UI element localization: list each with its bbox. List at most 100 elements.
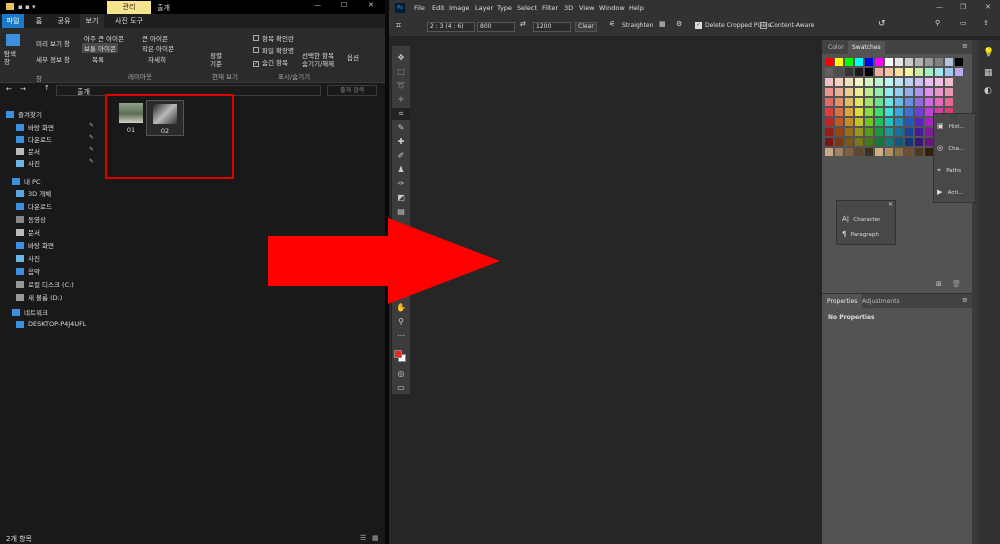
foreground-color-swatch[interactable] (394, 350, 402, 358)
color-swatch[interactable] (875, 148, 883, 156)
restore-icon[interactable]: ❐ (960, 3, 966, 11)
menu-help[interactable]: Help (629, 0, 644, 16)
search-icon[interactable]: ⚲ (935, 19, 940, 27)
workspace-icon[interactable]: ▭ (960, 19, 967, 27)
color-swatch[interactable] (855, 88, 863, 96)
color-swatch[interactable] (875, 98, 883, 106)
layout-m-icons[interactable]: 보통 아이콘 (82, 43, 118, 53)
color-swatch[interactable] (905, 98, 913, 106)
color-swatch[interactable] (885, 98, 893, 106)
color-swatch[interactable] (865, 148, 873, 156)
sort-button[interactable]: 정렬 기준 (210, 52, 222, 68)
color-swatch[interactable] (935, 78, 943, 86)
color-swatch[interactable] (855, 128, 863, 136)
minimize-icon[interactable]: — (936, 3, 943, 11)
nav-pc-music[interactable]: 음악 (16, 266, 40, 276)
color-swatch[interactable] (845, 128, 853, 136)
color-swatch[interactable] (915, 88, 923, 96)
color-swatch[interactable] (895, 148, 903, 156)
color-swatch[interactable] (825, 118, 833, 126)
straighten-icon[interactable]: ⚟ (609, 20, 615, 28)
zoom-tool-icon[interactable]: ⚲ (392, 316, 410, 328)
color-swatch[interactable] (935, 58, 943, 66)
color-swatch[interactable] (835, 138, 843, 146)
color-swatch[interactable] (845, 118, 853, 126)
color-swatch[interactable] (845, 148, 853, 156)
color-swatch[interactable] (875, 128, 883, 136)
color-swatch[interactable] (825, 138, 833, 146)
color-swatch[interactable] (835, 128, 843, 136)
reset-icon[interactable]: ↺ (878, 19, 886, 29)
checkbox-item-toggle[interactable]: 항목 확인란 (253, 33, 294, 43)
color-swatch[interactable] (935, 88, 943, 96)
color-swatch[interactable] (905, 128, 913, 136)
paragraph-panel-button[interactable]: ¶ Paragraph (842, 230, 894, 242)
color-swatch[interactable] (925, 88, 933, 96)
nav-this-pc[interactable]: 내 PC (12, 176, 41, 186)
character-panel-button[interactable]: A| Character (842, 215, 894, 227)
color-swatch[interactable] (855, 108, 863, 116)
thumbnail-view-icon[interactable]: ▦ (372, 534, 379, 542)
quick-mask-icon[interactable]: ◎ (392, 368, 410, 380)
tab-home[interactable]: 홈 (28, 14, 50, 28)
nav-pc-downloads[interactable]: 다운로드 (16, 201, 52, 211)
color-swatch[interactable] (915, 58, 923, 66)
color-swatch[interactable] (875, 138, 883, 146)
color-swatch[interactable] (895, 108, 903, 116)
color-swatch[interactable] (905, 148, 913, 156)
color-swatch[interactable] (895, 58, 903, 66)
color-swatch[interactable] (825, 128, 833, 136)
tab-share[interactable]: 공유 (52, 14, 76, 28)
color-swatch[interactable] (835, 148, 843, 156)
color-swatch[interactable] (865, 68, 873, 76)
menu-layer[interactable]: Layer (475, 0, 493, 16)
color-swatch[interactable] (855, 68, 863, 76)
color-swatch[interactable] (865, 58, 873, 66)
color-swatch[interactable] (825, 108, 833, 116)
color-swatch[interactable] (875, 118, 883, 126)
close-icon[interactable]: ✕ (368, 1, 374, 9)
color-swatch[interactable] (955, 58, 963, 66)
color-swatch[interactable] (935, 68, 943, 76)
layout-details[interactable]: 자세히 (148, 54, 166, 64)
color-swatch[interactable] (825, 78, 833, 86)
color-swatch[interactable] (895, 68, 903, 76)
color-swatch[interactable] (935, 98, 943, 106)
nav-pc-documents[interactable]: 문서 (16, 227, 40, 237)
color-swatch[interactable] (905, 58, 913, 66)
nav-pc-drive-c[interactable]: 로컬 디스크 (C:) (16, 279, 74, 289)
nav-pc-3d[interactable]: 3D 개체 (16, 188, 51, 198)
layout-l-icons[interactable]: 큰 아이콘 (142, 33, 168, 43)
color-swatch[interactable] (845, 58, 853, 66)
maximize-icon[interactable]: ☐ (341, 1, 347, 9)
menu-window[interactable]: Window (599, 0, 625, 16)
menu-filter[interactable]: Filter (542, 0, 558, 16)
preview-pane-button[interactable]: 미리 보기 창 (36, 38, 70, 48)
color-swatch[interactable] (905, 68, 913, 76)
color-swatch[interactable] (925, 118, 933, 126)
color-swatch[interactable] (855, 78, 863, 86)
color-swatch[interactable] (905, 88, 913, 96)
options-button[interactable]: 옵션 (347, 52, 359, 62)
adjustments-icon[interactable]: ◐ (984, 86, 992, 96)
nav-qa-downloads[interactable]: 다운로드 (16, 134, 52, 144)
nav-pc-videos[interactable]: 동영상 (16, 214, 46, 224)
color-swatch[interactable] (925, 108, 933, 116)
color-swatch[interactable] (845, 88, 853, 96)
color-swatch[interactable] (895, 138, 903, 146)
stamp-tool-icon[interactable]: ♟ (392, 164, 410, 176)
layout-xl-icons[interactable]: 아주 큰 아이콘 (84, 33, 124, 43)
color-swatch[interactable] (905, 138, 913, 146)
color-swatch[interactable] (955, 68, 963, 76)
eyedropper-tool-icon[interactable]: ✎ (392, 122, 410, 134)
color-swatch[interactable] (875, 108, 883, 116)
color-swatch[interactable] (845, 68, 853, 76)
color-swatch[interactable] (925, 148, 933, 156)
nav-qa-documents[interactable]: 문서 (16, 146, 40, 156)
new-swatch-icon[interactable]: ⊞ (936, 280, 942, 288)
color-swatch[interactable] (845, 98, 853, 106)
minimize-icon[interactable]: — (314, 1, 321, 9)
color-swatch[interactable] (945, 98, 953, 106)
color-swatch[interactable] (865, 138, 873, 146)
color-swatch[interactable] (845, 138, 853, 146)
